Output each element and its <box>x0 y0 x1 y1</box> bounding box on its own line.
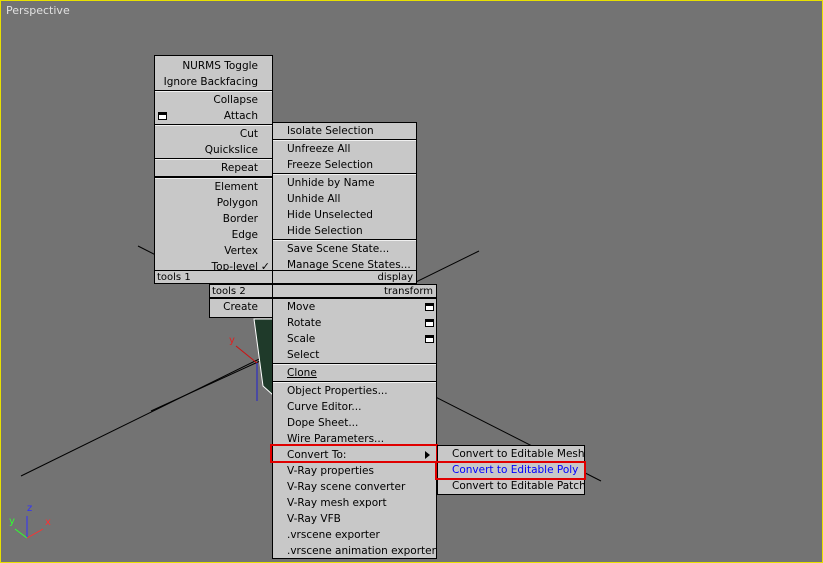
axis-y-label: y <box>9 516 15 527</box>
menu-item-vrscene-animation-exporter[interactable]: .vrscene animation exporter <box>273 543 436 559</box>
menu-item-unfreeze-all[interactable]: Unfreeze All <box>273 141 416 157</box>
menu-item-element[interactable]: Element <box>155 179 272 195</box>
menu-item-collapse[interactable]: Collapse <box>155 92 272 108</box>
menu-item-vray-scene-converter[interactable]: V-Ray scene converter <box>273 479 436 495</box>
menu-item-vertex[interactable]: Vertex <box>155 243 272 259</box>
menu-item-polygon[interactable]: Polygon <box>155 195 272 211</box>
menu-item-wire-parameters[interactable]: Wire Parameters... <box>273 431 436 447</box>
menu-item-vray-vfb[interactable]: V-Ray VFB <box>273 511 436 527</box>
menu-item-hide-selection[interactable]: Hide Selection <box>273 223 416 239</box>
menu-item-convert-editable-mesh[interactable]: Convert to Editable Mesh <box>438 446 585 462</box>
menu-item-isolate-selection[interactable]: Isolate Selection <box>273 123 416 139</box>
settings-box-icon[interactable] <box>425 335 434 343</box>
menu-item-dope-sheet[interactable]: Dope Sheet... <box>273 415 436 431</box>
menu-item-save-scene-state[interactable]: Save Scene State... <box>273 241 416 257</box>
menu-item-nurms-toggle[interactable]: NURMS Toggle <box>155 58 272 74</box>
menu-item-rotate[interactable]: Rotate <box>273 315 436 331</box>
menu-item-convert-to[interactable]: Convert To: <box>273 447 436 463</box>
menu-item-vray-properties[interactable]: V-Ray properties <box>273 463 436 479</box>
quad-display: Isolate Selection Unfreeze All Freeze Se… <box>272 122 417 271</box>
menu-item-create[interactable]: Create <box>210 299 272 315</box>
quad-tools-2: Create <box>209 298 273 318</box>
menu-item-repeat[interactable]: Repeat <box>155 160 272 176</box>
menu-item-move[interactable]: Move <box>273 299 436 315</box>
menu-item-curve-editor[interactable]: Curve Editor... <box>273 399 436 415</box>
menu-item-hide-unselected[interactable]: Hide Unselected <box>273 207 416 223</box>
menu-item-unhide-by-name[interactable]: Unhide by Name <box>273 175 416 191</box>
menu-item-freeze-selection[interactable]: Freeze Selection <box>273 157 416 173</box>
menu-item-vrscene-exporter[interactable]: .vrscene exporter <box>273 527 436 543</box>
settings-box-icon[interactable] <box>425 319 434 327</box>
quad-transform: Move Rotate Scale Select Clone Object Pr… <box>272 298 437 559</box>
menu-item-convert-editable-patch[interactable]: Convert to Editable Patch <box>438 478 586 494</box>
menu-item-quickslice[interactable]: Quickslice <box>155 142 272 158</box>
menu-item-ignore-backfacing[interactable]: Ignore Backfacing <box>155 74 272 90</box>
menu-item-convert-editable-poly[interactable]: Convert to Editable Poly <box>438 462 584 478</box>
menu-item-object-properties[interactable]: Object Properties... <box>273 383 436 399</box>
menu-item-unhide-all[interactable]: Unhide All <box>273 191 416 207</box>
menu-item-cut[interactable]: Cut <box>155 126 272 142</box>
axis-x-label: x <box>45 517 51 528</box>
convert-to-submenu: Convert to Editable Mesh Convert to Edit… <box>437 445 586 495</box>
submenu-arrow-icon <box>425 451 430 459</box>
menu-item-border[interactable]: Border <box>155 211 272 227</box>
menu-item-clone[interactable]: Clone <box>273 365 436 381</box>
menu-item-attach[interactable]: Attach <box>155 108 272 124</box>
axis-z-label: z <box>27 503 33 514</box>
quad-header-display: display <box>272 270 417 284</box>
quad-header-transform: transform <box>272 284 437 298</box>
menu-item-edge[interactable]: Edge <box>155 227 272 243</box>
settings-box-icon[interactable] <box>158 112 167 120</box>
menu-item-scale[interactable]: Scale <box>273 331 436 347</box>
menu-item-vray-mesh-export[interactable]: V-Ray mesh export <box>273 495 436 511</box>
menu-item-select[interactable]: Select <box>273 347 436 363</box>
quad-tools-1: NURMS Toggle Ignore Backfacing Collapse … <box>154 55 273 273</box>
settings-box-icon[interactable] <box>425 303 434 311</box>
quad-header-tools-1: tools 1 <box>154 270 273 284</box>
gizmo-y-label: y <box>229 335 235 346</box>
quad-header-tools-2: tools 2 <box>209 284 273 298</box>
